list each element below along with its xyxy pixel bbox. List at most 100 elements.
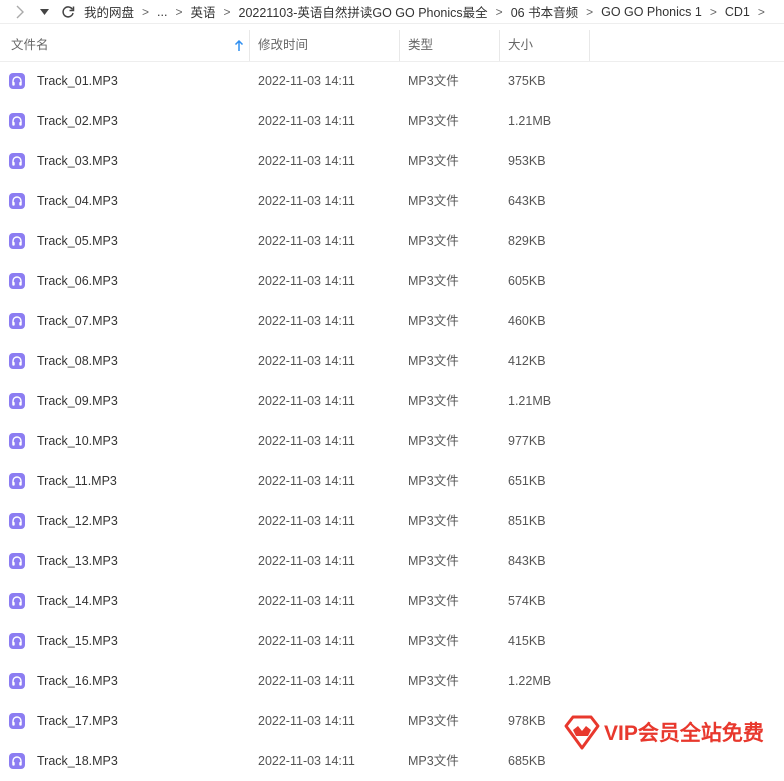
file-name[interactable]: Track_04.MP3 xyxy=(37,181,118,221)
file-name[interactable]: Track_16.MP3 xyxy=(37,661,118,701)
file-type: MP3文件 xyxy=(408,594,459,608)
breadcrumb-separator: > xyxy=(142,4,150,19)
chevron-right-icon xyxy=(16,5,24,18)
audio-file-icon xyxy=(9,593,25,609)
refresh-button[interactable] xyxy=(58,2,78,22)
breadcrumb-item[interactable]: GO GO Phonics 1 xyxy=(601,5,702,19)
file-size: 1.21MB xyxy=(508,114,552,128)
file-row[interactable]: Track_13.MP3 2022-11-03 14:11 MP3文件 843KB xyxy=(0,541,784,581)
file-type: MP3文件 xyxy=(408,754,459,768)
file-size: 651KB xyxy=(508,474,546,488)
file-row[interactable]: Track_09.MP3 2022-11-03 14:11 MP3文件 1.21MB xyxy=(0,381,784,421)
column-header-size[interactable]: 大小 xyxy=(500,30,590,61)
file-type: MP3文件 xyxy=(408,234,459,248)
column-header-modified[interactable]: 修改时间 xyxy=(250,30,400,61)
breadcrumb-separator: > xyxy=(586,4,594,19)
diamond-crown-logo-icon xyxy=(564,715,600,750)
file-row[interactable]: Track_03.MP3 2022-11-03 14:11 MP3文件 953KB xyxy=(0,141,784,181)
file-type: MP3文件 xyxy=(408,354,459,368)
file-row[interactable]: Track_10.MP3 2022-11-03 14:11 MP3文件 977KB xyxy=(0,421,784,461)
file-name[interactable]: Track_11.MP3 xyxy=(37,461,117,501)
file-row[interactable]: Track_05.MP3 2022-11-03 14:11 MP3文件 829KB xyxy=(0,221,784,261)
breadcrumb-separator: > xyxy=(175,4,183,19)
breadcrumb: 我的网盘 >... > 英语 >20221103-英语自然拼读GO GO Phonics… xyxy=(84,2,773,21)
caret-down-icon xyxy=(39,8,49,15)
file-row[interactable]: Track_08.MP3 2022-11-03 14:11 MP3文件 412KB xyxy=(0,341,784,381)
audio-file-icon xyxy=(9,353,25,369)
file-name[interactable]: Track_12.MP3 xyxy=(37,501,118,541)
file-size: 643KB xyxy=(508,194,546,208)
column-header-size-label: 大小 xyxy=(508,38,534,52)
audio-file-icon xyxy=(9,113,25,129)
file-size: 460KB xyxy=(508,314,546,328)
file-name[interactable]: Track_18.MP3 xyxy=(37,741,118,781)
file-modified: 2022-11-03 14:11 xyxy=(258,314,355,328)
breadcrumb-item[interactable]: 06 书本音频 xyxy=(511,2,578,21)
audio-file-icon xyxy=(9,313,25,329)
file-row[interactable]: Track_15.MP3 2022-11-03 14:11 MP3文件 415KB xyxy=(0,621,784,661)
file-name[interactable]: Track_13.MP3 xyxy=(37,541,118,581)
breadcrumb-item[interactable]: 英语 xyxy=(190,2,215,21)
file-type: MP3文件 xyxy=(408,634,459,648)
file-modified: 2022-11-03 14:11 xyxy=(258,554,355,568)
file-size: 375KB xyxy=(508,74,546,88)
file-size: 843KB xyxy=(508,554,546,568)
audio-file-icon xyxy=(9,673,25,689)
file-modified: 2022-11-03 14:11 xyxy=(258,194,355,208)
history-dropdown-button[interactable] xyxy=(34,2,54,22)
file-modified: 2022-11-03 14:11 xyxy=(258,634,355,648)
file-type: MP3文件 xyxy=(408,114,459,128)
file-size: 412KB xyxy=(508,354,546,368)
file-modified: 2022-11-03 14:11 xyxy=(258,354,355,368)
file-list-header: 文件名 修改时间 类型 大小 xyxy=(0,30,784,62)
file-name[interactable]: Track_14.MP3 xyxy=(37,581,118,621)
file-row[interactable]: Track_01.MP3 2022-11-03 14:11 MP3文件 375KB xyxy=(0,61,784,101)
file-name[interactable]: Track_15.MP3 xyxy=(37,621,118,661)
file-type: MP3文件 xyxy=(408,394,459,408)
audio-file-icon xyxy=(9,753,25,769)
file-row[interactable]: Track_14.MP3 2022-11-03 14:11 MP3文件 574KB xyxy=(0,581,784,621)
file-name[interactable]: Track_09.MP3 xyxy=(37,381,118,421)
file-modified: 2022-11-03 14:11 xyxy=(258,674,355,688)
audio-file-icon xyxy=(9,633,25,649)
file-name[interactable]: Track_05.MP3 xyxy=(37,221,118,261)
navigation-bar: 我的网盘 >... > 英语 >20221103-英语自然拼读GO GO Phonics… xyxy=(0,0,784,24)
file-name[interactable]: Track_08.MP3 xyxy=(37,341,118,381)
file-type: MP3文件 xyxy=(408,314,459,328)
file-type: MP3文件 xyxy=(408,154,459,168)
file-row[interactable]: Track_02.MP3 2022-11-03 14:11 MP3文件 1.21MB xyxy=(0,101,784,141)
file-type: MP3文件 xyxy=(408,514,459,528)
file-modified: 2022-11-03 14:11 xyxy=(258,714,355,728)
file-size: 685KB xyxy=(508,754,546,768)
file-size: 415KB xyxy=(508,634,546,648)
file-row[interactable]: Track_04.MP3 2022-11-03 14:11 MP3文件 643KB xyxy=(0,181,784,221)
breadcrumb-item[interactable]: 我的网盘 xyxy=(84,2,134,21)
file-row[interactable]: Track_11.MP3 2022-11-03 14:11 MP3文件 651KB xyxy=(0,461,784,501)
file-name[interactable]: Track_17.MP3 xyxy=(37,701,118,741)
audio-file-icon xyxy=(9,553,25,569)
file-name[interactable]: Track_01.MP3 xyxy=(37,61,118,101)
breadcrumb-separator: > xyxy=(757,4,765,19)
breadcrumb-item[interactable]: 20221103-英语自然拼读GO GO Phonics最全 xyxy=(239,2,488,21)
file-name[interactable]: Track_02.MP3 xyxy=(37,101,118,141)
file-name[interactable]: Track_06.MP3 xyxy=(37,261,118,301)
file-row[interactable]: Track_12.MP3 2022-11-03 14:11 MP3文件 851KB xyxy=(0,501,784,541)
breadcrumb-item[interactable]: ... xyxy=(157,5,167,19)
file-size: 574KB xyxy=(508,594,546,608)
breadcrumb-item[interactable]: CD1 xyxy=(725,5,750,19)
file-name[interactable]: Track_07.MP3 xyxy=(37,301,118,341)
column-header-type-label: 类型 xyxy=(408,38,434,52)
forward-button[interactable] xyxy=(10,2,30,22)
column-header-type[interactable]: 类型 xyxy=(400,30,500,61)
audio-file-icon xyxy=(9,193,25,209)
file-row[interactable]: Track_06.MP3 2022-11-03 14:11 MP3文件 605KB xyxy=(0,261,784,301)
file-row[interactable]: Track_07.MP3 2022-11-03 14:11 MP3文件 460KB xyxy=(0,301,784,341)
sort-ascending-icon[interactable] xyxy=(234,40,244,52)
column-header-name[interactable]: 文件名 xyxy=(0,30,250,61)
file-name[interactable]: Track_03.MP3 xyxy=(37,141,118,181)
file-name[interactable]: Track_10.MP3 xyxy=(37,421,118,461)
file-type: MP3文件 xyxy=(408,474,459,488)
refresh-icon xyxy=(62,5,75,18)
file-type: MP3文件 xyxy=(408,274,459,288)
file-row[interactable]: Track_16.MP3 2022-11-03 14:11 MP3文件 1.22MB xyxy=(0,661,784,701)
